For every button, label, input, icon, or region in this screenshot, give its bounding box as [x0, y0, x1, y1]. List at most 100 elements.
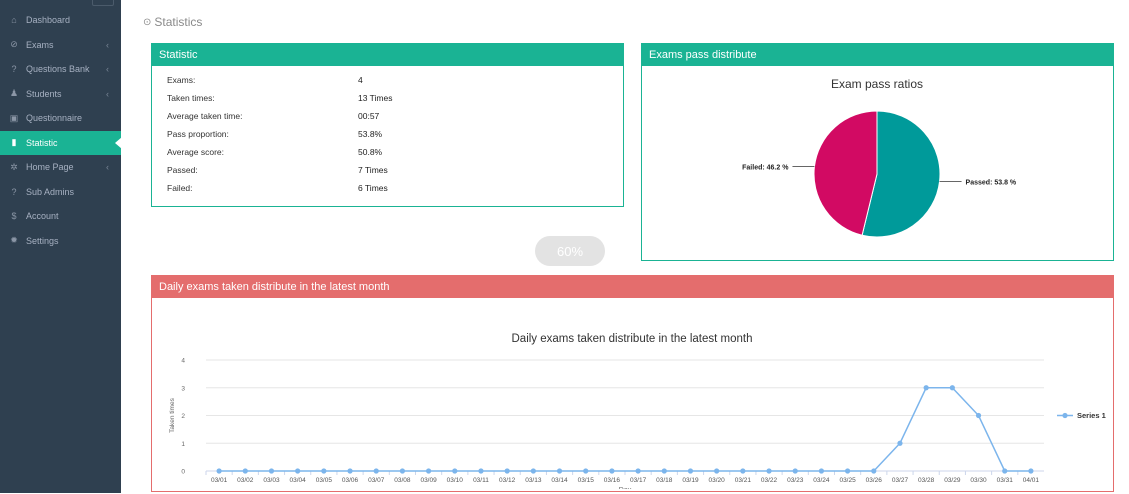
stat-label: Taken times:	[167, 93, 215, 103]
data-point[interactable]	[923, 385, 929, 391]
bar-chart-icon: ▮	[11, 137, 17, 148]
stat-value: 00:57	[358, 111, 380, 121]
stat-value: 53.8%	[358, 129, 383, 139]
chevron-left-icon: ‹	[106, 64, 109, 75]
data-point[interactable]	[216, 468, 222, 474]
chevron-left-icon: ‹	[106, 39, 109, 50]
data-point[interactable]	[452, 468, 458, 474]
line-chart: Daily exams taken distribute in the late…	[169, 333, 1106, 494]
data-point[interactable]	[399, 468, 406, 474]
x-tick-label: 03/11	[473, 477, 489, 484]
y-axis-label: Taken times	[169, 397, 176, 432]
sidebar-item-home-page[interactable]: ✲ Home Page ‹	[0, 155, 121, 180]
sidebar-item-questions-bank[interactable]: ? Questions Bank ‹	[0, 57, 121, 82]
data-point[interactable]	[897, 440, 903, 446]
chevron-left-icon: ‹	[106, 88, 109, 99]
x-tick-label: 03/09	[420, 477, 437, 484]
line-panel-title: Daily exams taken distribute in the late…	[152, 276, 1113, 298]
data-point[interactable]	[609, 468, 615, 474]
data-point[interactable]	[1002, 468, 1008, 474]
home-icon: ⌂	[11, 15, 17, 26]
menu-toggle-button[interactable]	[92, 0, 114, 6]
x-tick-label: 03/16	[604, 477, 621, 484]
sidebar-item-questionnaire[interactable]: ▣ Questionnaire	[0, 106, 121, 131]
x-tick-label: 03/03	[263, 477, 280, 484]
data-point[interactable]	[1028, 468, 1034, 474]
question-circle-icon: ?	[11, 64, 17, 75]
stat-value: 7 Times	[358, 165, 388, 175]
sidebar-item-settings[interactable]: ✹ Settings	[0, 229, 121, 254]
data-point[interactable]	[792, 468, 798, 474]
pie-panel: Exams pass distribute Exam pass ratios Pa…	[641, 43, 1114, 261]
data-point[interactable]	[818, 468, 825, 474]
sidebar-item-label: Dashboard	[26, 15, 71, 26]
sidebar-item-label: Questionnaire	[26, 113, 83, 124]
pie-data-label: Passed: 53.8 %	[966, 180, 1017, 187]
x-tick-label: 03/17	[630, 477, 647, 484]
x-tick-label: 03/26	[866, 477, 883, 484]
data-point[interactable]	[242, 468, 248, 474]
x-tick-label: 03/08	[394, 477, 411, 484]
pie-chart-title: Exam pass ratios	[831, 77, 923, 91]
stat-label: Passed:	[167, 165, 198, 175]
stat-label: Exams:	[167, 75, 196, 85]
sidebar-item-statistic[interactable]: ▮ Statistic	[0, 130, 122, 155]
sidebar-item-students[interactable]: ♟ Students ‹	[0, 82, 121, 107]
stat-value: 50.8%	[358, 147, 383, 157]
series-line	[219, 387, 1031, 472]
y-tick-label: 3	[181, 385, 185, 392]
sidebar-item-sub-admins[interactable]: ? Sub Admins	[0, 180, 121, 205]
sidebar: ⌂ Dashboard ⊘ Exams ‹? Questions Bank ‹ ♟ Studen…	[0, 0, 122, 493]
data-point[interactable]	[556, 468, 563, 474]
sidebar-item-exams[interactable]: ⊘ Exams ‹	[0, 33, 121, 58]
x-tick-label: 04/01	[1023, 477, 1040, 484]
data-point[interactable]	[295, 468, 301, 474]
y-tick-label: 4	[181, 358, 185, 365]
data-point[interactable]	[949, 385, 955, 391]
x-tick-label: 03/13	[525, 477, 542, 484]
data-point[interactable]	[740, 468, 746, 474]
x-tick-label: 03/23	[787, 477, 804, 484]
data-point[interactable]	[321, 468, 327, 474]
x-tick-label: 03/18	[656, 477, 673, 484]
data-point[interactable]	[504, 468, 510, 474]
data-point[interactable]	[583, 468, 589, 474]
x-tick-label: 03/06	[342, 477, 359, 484]
stat-value: 6 Times	[358, 183, 388, 193]
data-point[interactable]	[478, 468, 484, 474]
users-icon: ♟	[9, 88, 19, 99]
data-point[interactable]	[661, 468, 667, 474]
x-tick-label: 03/14	[551, 477, 568, 484]
data-point[interactable]	[871, 468, 877, 474]
x-tick-label: 03/24	[813, 477, 830, 484]
data-point[interactable]	[714, 468, 720, 474]
data-point[interactable]	[766, 468, 772, 474]
legend-series-label[interactable]: Series 1	[1077, 411, 1106, 420]
x-tick-label: 03/12	[499, 477, 516, 484]
line-panel: Daily exams taken distribute in the late…	[151, 275, 1114, 494]
sidebar-item-account[interactable]: $ Account	[0, 204, 121, 229]
pie-data-label: Failed: 46.2 %	[742, 164, 789, 171]
stat-value: 4	[358, 75, 363, 85]
check-circle-icon: ⊘	[10, 39, 18, 50]
sidebar-item-dashboard[interactable]: ⌂ Dashboard	[0, 8, 121, 33]
data-point[interactable]	[844, 468, 851, 474]
data-point[interactable]	[347, 468, 353, 474]
x-tick-label: 03/15	[578, 477, 595, 484]
x-tick-label: 03/27	[892, 477, 909, 484]
data-point[interactable]	[530, 468, 536, 474]
data-point[interactable]	[425, 468, 432, 474]
y-tick-label: 1	[181, 441, 185, 448]
data-point[interactable]	[268, 468, 275, 474]
data-point[interactable]	[635, 468, 641, 474]
sidebar-item-label: Questions Bank	[26, 64, 90, 75]
x-tick-label: 03/29	[944, 477, 961, 484]
data-point[interactable]	[975, 412, 982, 419]
sidebar-item-label: Account	[26, 211, 59, 222]
data-point[interactable]	[687, 468, 694, 474]
gear-icon: ✹	[10, 235, 18, 246]
x-tick-label: 03/05	[316, 477, 333, 484]
data-point[interactable]	[373, 468, 379, 474]
question-circle-icon: ?	[11, 186, 17, 197]
x-tick-label: 03/22	[761, 477, 778, 484]
